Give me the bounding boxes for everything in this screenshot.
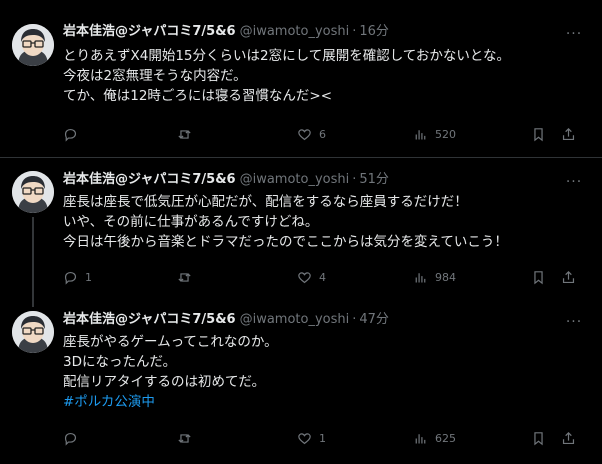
separator-dot: ·	[352, 312, 357, 327]
views-icon	[415, 433, 426, 443]
more-icon[interactable]: ···	[564, 172, 584, 192]
reply-button[interactable]	[62, 123, 85, 145]
share-button[interactable]	[560, 266, 577, 288]
bookmark-button[interactable]	[530, 123, 547, 145]
action-bar: 6 520	[58, 123, 598, 145]
tweet-line: 今夜は2窓無理そうな内容だ。	[63, 68, 247, 84]
retweet-button[interactable]	[176, 123, 199, 145]
timestamp[interactable]: 47分	[359, 310, 389, 330]
reply-count: 1	[85, 270, 92, 284]
reply-button[interactable]: 1	[62, 266, 92, 288]
views-icon	[415, 129, 426, 139]
share-button[interactable]	[560, 427, 577, 449]
share-icon	[562, 127, 575, 140]
view-count: 520	[435, 127, 456, 141]
views-button[interactable]: 625	[412, 427, 456, 449]
views-button[interactable]: 520	[412, 123, 456, 145]
bookmark-button[interactable]	[530, 427, 547, 449]
retweet-icon	[178, 129, 191, 139]
tweet-line: とりあえずX4開始15分くらいは2窓にして展開を確認しておかないとな。	[63, 48, 510, 64]
tweet-text: とりあえずX4開始15分くらいは2窓にして展開を確認しておかないとな。 今夜は2…	[63, 46, 582, 106]
like-count: 6	[319, 127, 326, 141]
views-icon	[415, 272, 426, 282]
separator-dot: ·	[352, 172, 357, 187]
tweet-line: 3Dになったんだ。	[63, 354, 177, 370]
avatar[interactable]	[12, 311, 54, 353]
like-count: 4	[319, 270, 326, 284]
timestamp[interactable]: 16分	[359, 22, 389, 42]
share-button[interactable]	[560, 123, 577, 145]
author-name[interactable]: 岩本佳浩@ジャパコミ7/5&6	[63, 310, 236, 330]
bookmark-icon	[534, 127, 543, 141]
like-button[interactable]: 4	[296, 266, 326, 288]
like-icon	[298, 432, 311, 444]
like-count: 1	[319, 431, 326, 445]
avatar[interactable]	[12, 24, 54, 66]
tweet[interactable]: 岩本佳浩@ジャパコミ7/5&6 @iwamoto_yoshi · 51分 ···…	[0, 158, 602, 307]
bookmark-button[interactable]	[530, 266, 547, 288]
thread-connector	[32, 217, 34, 307]
action-bar: 1 625	[58, 427, 598, 449]
tweet-line: 今日は午後から音楽とドラマだったのでここからは気分を変えていこう！	[63, 234, 508, 250]
like-icon	[298, 128, 311, 140]
tweet-line: いや、その前に仕事があるんですけどね。	[63, 214, 319, 230]
share-icon	[562, 431, 575, 444]
retweet-button[interactable]	[176, 266, 199, 288]
author-handle[interactable]: @iwamoto_yoshi	[240, 170, 350, 190]
retweet-icon	[178, 433, 191, 443]
like-button[interactable]: 1	[296, 427, 326, 449]
bookmark-icon	[534, 431, 543, 445]
tweet-line: 座長がやるゲームってこれなのか。	[63, 334, 278, 350]
separator-dot: ·	[352, 24, 357, 39]
tweet[interactable]: 岩本佳浩@ジャパコミ7/5&6 @iwamoto_yoshi · 47分 ···…	[0, 298, 602, 464]
more-icon[interactable]: ···	[564, 24, 584, 44]
retweet-icon	[178, 272, 191, 282]
views-button[interactable]: 984	[412, 266, 456, 288]
timeline: 岩本佳浩@ジャパコミ7/5&6 @iwamoto_yoshi · 16分 ···…	[0, 0, 602, 464]
share-icon	[562, 270, 575, 283]
hashtag-link[interactable]: #ポルカ公演中	[63, 392, 582, 412]
view-count: 625	[435, 431, 456, 445]
reply-icon	[64, 271, 77, 285]
like-icon	[298, 271, 311, 283]
tweet-text: 座長がやるゲームってこれなのか。 3Dになったんだ。 配信リアタイするのは初めて…	[63, 332, 582, 412]
tweet-text: 座長は座長で低気圧が心配だが、配信をするなら座員するだけだ！ いや、その前に仕事…	[63, 192, 582, 252]
author-name[interactable]: 岩本佳浩@ジャパコミ7/5&6	[63, 22, 236, 42]
retweet-button[interactable]	[176, 427, 199, 449]
reply-icon	[64, 128, 77, 142]
timestamp[interactable]: 51分	[359, 170, 389, 190]
tweet-line: 座長は座長で低気圧が心配だが、配信をするなら座員するだけだ！	[63, 194, 468, 210]
view-count: 984	[435, 270, 456, 284]
tweet-line: 配信リアタイするのは初めてだ。	[63, 374, 266, 390]
action-bar: 1 4 984	[58, 266, 598, 288]
reply-button[interactable]	[62, 427, 85, 449]
author-name[interactable]: 岩本佳浩@ジャパコミ7/5&6	[63, 170, 236, 190]
author-handle[interactable]: @iwamoto_yoshi	[240, 310, 350, 330]
like-button[interactable]: 6	[296, 123, 326, 145]
avatar[interactable]	[12, 171, 54, 213]
author-handle[interactable]: @iwamoto_yoshi	[240, 22, 350, 42]
bookmark-icon	[534, 270, 543, 284]
reply-icon	[64, 432, 77, 446]
tweet-line: てか、俺は12時ごろには寝る習慣なんだ><	[63, 88, 333, 104]
more-icon[interactable]: ···	[564, 312, 584, 332]
tweet[interactable]: 岩本佳浩@ジャパコミ7/5&6 @iwamoto_yoshi · 16分 ···…	[0, 0, 602, 158]
